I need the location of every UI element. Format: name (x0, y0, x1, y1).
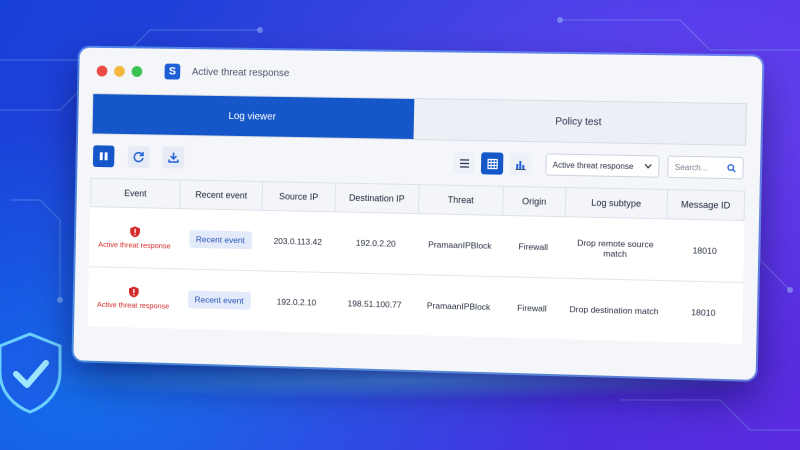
close-window-button[interactable] (96, 65, 108, 77)
column-header[interactable]: Log subtype (565, 187, 668, 219)
message-id-cell: 18010 (664, 280, 743, 344)
search-icon (727, 163, 736, 172)
threat-cell: PramaanIPBlock (417, 213, 503, 277)
refresh-icon (133, 151, 145, 163)
recent-event-badge[interactable]: Recent event (187, 290, 251, 310)
destination-ip-cell: 198.51.100.77 (332, 272, 418, 336)
column-header[interactable]: Source IP (262, 181, 336, 212)
event-cell: Active threat response (88, 266, 179, 329)
source-ip-cell: 203.0.113.42 (260, 210, 335, 273)
destination-ip-cell: 192.0.2.20 (333, 211, 419, 275)
chevron-down-icon (644, 163, 652, 169)
column-header[interactable]: Recent event (179, 179, 263, 211)
bar-chart-icon (515, 158, 526, 169)
recent-event-badge[interactable]: Recent event (188, 230, 252, 250)
origin-cell: Firewall (500, 276, 564, 340)
app-window: S Active threat response Log viewer Poli… (73, 47, 763, 380)
column-header[interactable]: Event (90, 178, 181, 209)
search-placeholder: Search... (674, 162, 708, 173)
event-label: Active threat response (98, 239, 171, 251)
refresh-button[interactable] (127, 145, 150, 168)
column-header[interactable]: Threat (418, 184, 504, 216)
grid-view-button[interactable] (480, 152, 504, 175)
download-icon (168, 152, 180, 164)
recent-event-cell: Recent event (178, 208, 263, 271)
grid-icon (486, 158, 497, 169)
tab-policy-test[interactable]: Policy test (414, 99, 746, 145)
alert-shield-icon (128, 286, 139, 298)
chart-view-button[interactable] (509, 152, 532, 176)
log-subtype-cell: Drop destination match (562, 278, 666, 342)
log-subtype-cell: Drop remote source match (563, 216, 667, 281)
alert-shield-icon (129, 226, 140, 238)
window-title: Active threat response (191, 66, 290, 79)
column-header[interactable]: Origin (502, 186, 566, 217)
minimize-window-button[interactable] (114, 65, 125, 77)
message-id-cell: 18010 (665, 218, 744, 283)
pause-icon (99, 152, 108, 161)
recent-event-cell: Recent event (177, 268, 261, 331)
pause-button[interactable] (92, 145, 115, 168)
export-button[interactable] (162, 146, 185, 169)
event-label: Active threat response (96, 299, 170, 311)
threat-cell: PramaanIPBlock (415, 274, 502, 338)
log-table: Event Recent event Source IP Destination… (87, 177, 746, 344)
maximize-window-button[interactable] (131, 65, 143, 77)
source-ip-cell: 192.0.2.10 (259, 270, 334, 333)
list-view-button[interactable] (452, 151, 476, 175)
tab-log-viewer[interactable]: Log viewer (92, 94, 415, 140)
origin-cell: Firewall (501, 215, 566, 279)
list-icon (458, 157, 469, 168)
filter-select-value: Active threat response (552, 160, 634, 171)
search-input[interactable]: Search... (667, 155, 744, 180)
event-cell: Active threat response (89, 206, 180, 269)
column-header[interactable]: Destination IP (334, 182, 420, 214)
column-header[interactable]: Message ID (666, 189, 745, 221)
shield-check-icon (0, 332, 62, 414)
app-logo: S (164, 63, 181, 80)
filter-select[interactable]: Active threat response (545, 153, 660, 178)
